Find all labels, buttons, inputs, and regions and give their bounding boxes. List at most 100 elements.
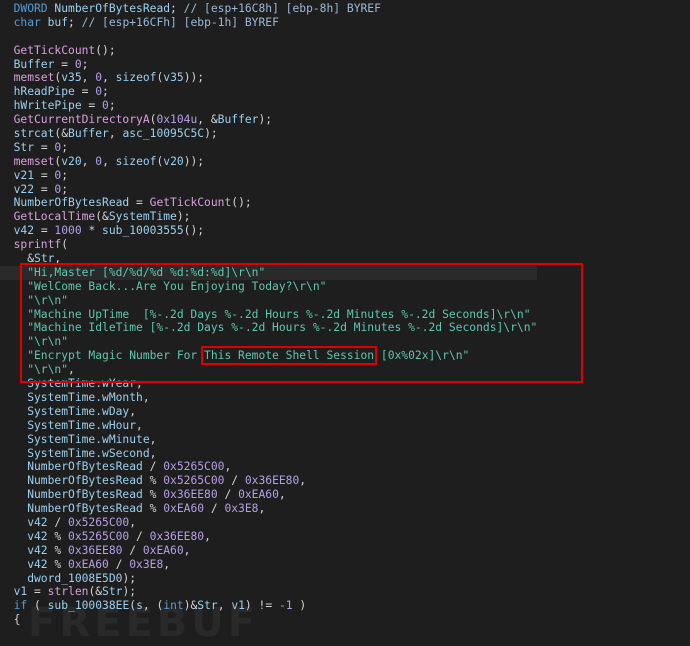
code-token: (); <box>231 196 252 210</box>
code-line[interactable]: memset(v20, 0, sizeof(v20)); <box>0 155 537 169</box>
code-line[interactable]: v42 = 1000 * sub_10003555(); <box>0 224 537 238</box>
code-token: [0x%02x]\r\n" <box>374 349 470 363</box>
code-token: v42 <box>0 529 48 543</box>
code-token: "Encrypt Magic Number For <box>0 349 205 363</box>
code-token: NumberOfBytesRead <box>0 502 143 516</box>
decompiler-code-view[interactable]: DWORD NumberOfBytesRead; // [esp+16C8h] … <box>0 2 538 627</box>
code-line[interactable]: GetCurrentDirectoryA(0x104u, &Buffer); <box>0 113 537 127</box>
code-line[interactable]: SystemTime.wDay, <box>0 405 537 419</box>
code-line[interactable]: "Machine UpTime [%-.2d Days %-.2d Hours … <box>0 308 537 322</box>
code-token: 0xEA60 <box>163 502 205 516</box>
code-token: )); <box>183 71 205 85</box>
code-token: = <box>34 140 55 154</box>
code-line[interactable]: NumberOfBytesRead % 0x36EE80 / 0xEA60, <box>0 488 537 502</box>
code-token: 0xEA60 <box>142 543 184 557</box>
code-line[interactable]: v42 / 0x5265C00, <box>0 516 537 530</box>
code-token: SystemTime.wYear <box>0 377 137 391</box>
code-token: , <box>149 432 157 446</box>
code-line[interactable]: memset(v35, 0, sizeof(v35)); <box>0 71 537 85</box>
code-token: (& <box>88 585 103 599</box>
code-token: asc_10095C5C <box>122 127 205 141</box>
code-token: , <box>102 154 116 168</box>
code-line[interactable]: "\r\n" <box>0 294 537 308</box>
code-token: 0x5265C00 <box>68 529 130 543</box>
code-token: sizeof <box>115 71 157 85</box>
code-token: "Machine UpTime [%-.2d Days %-.2d Hours … <box>0 307 531 321</box>
code-token: "\r\n" <box>0 293 69 307</box>
code-line[interactable]: "\r\n" <box>0 335 537 349</box>
code-line[interactable] <box>0 30 537 44</box>
code-token: GetTickCount <box>149 196 232 210</box>
code-token: = <box>34 168 55 182</box>
code-line[interactable]: SystemTime.wHour, <box>0 419 537 433</box>
code-line[interactable]: NumberOfBytesRead % 0xEA60 / 0x3E8, <box>0 502 537 516</box>
code-token: (); <box>95 43 116 57</box>
code-line[interactable]: v42 % 0x5265C00 / 0x36EE80, <box>0 530 537 544</box>
code-line[interactable]: v1 = strlen(&Str); <box>0 585 537 599</box>
code-line[interactable]: hWritePipe = 0; <box>0 99 537 113</box>
code-token: v22 <box>0 182 35 196</box>
code-line[interactable]: Buffer = 0; <box>0 58 537 72</box>
code-token: (& <box>95 210 109 224</box>
code-line[interactable]: "Encrypt Magic Number For This Remote Sh… <box>0 346 537 366</box>
code-token: Str <box>102 585 123 599</box>
code-token: v1 <box>0 585 28 599</box>
code-token: / <box>122 543 143 557</box>
code-line[interactable]: NumberOfBytesRead / 0x5265C00, <box>0 460 537 474</box>
code-token: "Machine IdleTime [%-.2d Days %-.2d Hour… <box>0 321 538 335</box>
code-token: 0xEA60 <box>68 557 109 571</box>
code-line[interactable]: NumberOfBytesRead % 0x5265C00 / 0x36EE80… <box>0 474 537 488</box>
code-token: v20 <box>61 154 82 168</box>
code-line[interactable]: Str = 0; <box>0 141 537 155</box>
code-line[interactable]: hReadPipe = 0; <box>0 85 537 99</box>
code-token: v35 <box>61 71 82 85</box>
code-token: "\r\n" <box>0 335 69 349</box>
code-line[interactable]: SystemTime.wYear, <box>0 377 537 391</box>
code-line[interactable]: sprintf( <box>0 238 537 252</box>
code-line[interactable]: "Hi,Master [%d/%d/%d %d:%d:%d]\r\n" <box>0 265 538 280</box>
code-token: , <box>183 543 191 557</box>
code-line[interactable]: dword_1008E5D0); <box>0 572 537 586</box>
code-line[interactable]: GetLocalTime(&SystemTime); <box>0 210 537 224</box>
code-token: ); <box>122 571 137 585</box>
code-token: ( <box>61 238 69 252</box>
code-token: , <box>163 557 171 571</box>
code-token: = <box>81 99 103 113</box>
code-line[interactable]: SystemTime.wSecond, <box>0 447 537 461</box>
code-line[interactable]: "Machine IdleTime [%-.2d Days %-.2d Hour… <box>0 321 537 335</box>
code-line[interactable]: SystemTime.wMonth, <box>0 391 537 405</box>
code-line[interactable]: char buf; // [esp+16CFh] [ebp-1h] BYREF <box>0 16 537 30</box>
code-token: SystemTime.wMonth <box>0 390 143 404</box>
code-token: = <box>54 57 75 71</box>
code-token: dword_1008E5D0 <box>0 571 123 585</box>
code-line[interactable]: SystemTime.wMinute, <box>0 433 537 447</box>
code-token: ); <box>176 210 191 224</box>
code-token: v42 <box>0 557 48 571</box>
code-token: / <box>142 460 164 474</box>
code-line[interactable]: v22 = 0; <box>0 183 537 197</box>
code-token: , <box>299 474 307 488</box>
code-token: ; <box>108 99 116 113</box>
code-line[interactable]: DWORD NumberOfBytesRead; // [esp+16C8h] … <box>0 2 537 16</box>
code-line[interactable]: &Str, <box>0 252 537 266</box>
code-token: % <box>47 543 69 557</box>
code-token: ; <box>61 168 69 182</box>
code-token: v35 <box>163 71 184 85</box>
code-line[interactable]: v21 = 0; <box>0 169 537 183</box>
code-line[interactable]: strcat(&Buffer, asc_10095C5C); <box>0 127 537 141</box>
code-token: 0x36EE80 <box>68 543 123 557</box>
code-token: { <box>0 613 21 627</box>
code-line[interactable]: GetTickCount(); <box>0 44 537 58</box>
code-line[interactable]: v42 % 0x36EE80 / 0xEA60, <box>0 544 537 558</box>
code-line[interactable]: v42 % 0xEA60 / 0x3E8, <box>0 558 537 572</box>
code-token: , <box>102 71 116 85</box>
code-line[interactable]: NumberOfBytesRead = GetTickCount(); <box>0 196 537 210</box>
code-token: v20 <box>163 154 184 168</box>
code-line[interactable]: "WelCome Back...Are You Enjoying Today?\… <box>0 280 537 294</box>
code-token: NumberOfBytesRead <box>0 474 143 488</box>
code-token: SystemTime.wSecond <box>0 446 150 460</box>
code-token: , <box>68 363 75 377</box>
code-line[interactable]: "\r\n", <box>0 363 537 377</box>
code-token: * <box>81 224 103 238</box>
code-token: , <box>278 488 286 502</box>
